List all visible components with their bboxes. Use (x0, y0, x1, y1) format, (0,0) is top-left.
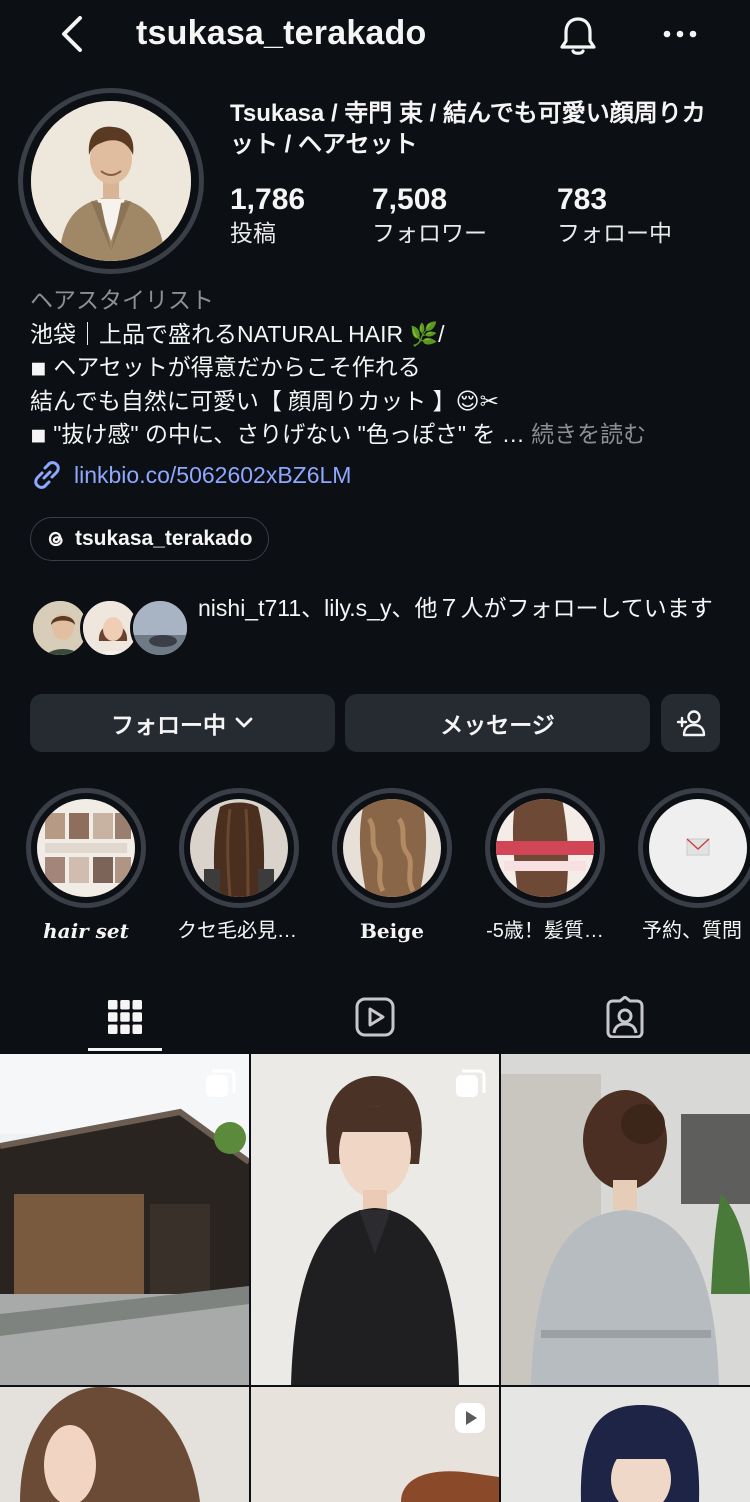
more-options-button[interactable] (656, 12, 704, 56)
message-button-label: メッセージ (440, 712, 555, 738)
highlight-label: クセ毛必見👀 (177, 920, 301, 942)
profile-link[interactable]: linkbio.co/5062602xBZ6LM (30, 458, 351, 492)
bio-line: 池袋｜上品で盛れるNATURAL HAIR 🌿/ (30, 320, 445, 347)
following-button[interactable]: フォロー中 (30, 694, 335, 752)
bio-line: ◾ ヘアセットが得意だからこそ作れる (30, 354, 421, 380)
stat-following-count: 783 (557, 183, 608, 216)
chevron-down-icon (235, 717, 253, 728)
profile-avatar[interactable] (18, 88, 204, 274)
highlight-hair-set[interactable]: hair set (24, 788, 148, 944)
carousel-icon (453, 1068, 487, 1102)
threads-icon (48, 531, 63, 547)
post-thumbnail[interactable] (501, 1387, 750, 1502)
reels-icon (355, 997, 395, 1037)
highlight-label: Beige (360, 919, 424, 943)
profile-display-name: Tsukasa / 寺門 束 / 結んでも可愛い顔周りカット / ヘアセット (230, 100, 706, 158)
stat-posts-label: 投稿 (230, 220, 276, 246)
stat-posts[interactable]: 1,786 投稿 (230, 182, 305, 248)
highlight-minus5[interactable]: -5歳！髪質… (483, 788, 607, 944)
more-horizontal-icon (663, 30, 697, 38)
highlight-cover (649, 799, 747, 897)
read-more-link[interactable]: 続きを読む (531, 421, 646, 447)
grid-icon (108, 1000, 142, 1034)
mutual-followers-text: nishi_t711、lily.s_y、他７人がフォローしています (198, 595, 713, 621)
stat-following-label: フォロー中 (557, 220, 672, 246)
avatar (31, 101, 191, 261)
following-button-label: フォロー中 (111, 712, 226, 738)
post-thumbnail[interactable] (251, 1387, 499, 1502)
stat-followers[interactable]: 7,508 フォロワー (372, 182, 487, 248)
highlight-cover (37, 799, 135, 897)
tab-reels[interactable] (250, 982, 500, 1052)
chevron-left-icon (62, 16, 82, 52)
post-thumbnail[interactable] (0, 1387, 249, 1502)
mutual-avatars (30, 598, 190, 660)
stat-posts-count: 1,786 (230, 183, 306, 216)
bio-line-last: ◾ "抜け感" の中に、さりげない "色っぽさ" を … 続きを読む (30, 418, 730, 452)
mutual-followers[interactable]: nishi_t711、lily.s_y、他７人がフォローしています (30, 592, 730, 664)
reel-icon (453, 1401, 487, 1435)
highlight-label: 予約、質問 (642, 920, 742, 942)
stat-followers-label: フォロワー (372, 220, 487, 246)
post-thumbnail[interactable] (0, 1054, 249, 1385)
top-bar: tsukasa_terakado (0, 0, 750, 70)
back-button[interactable] (52, 12, 92, 56)
bio-line: ◾ "抜け感" の中に、さりげない "色っぽさ" を … (30, 421, 525, 447)
highlight-label: hair set (43, 919, 129, 943)
threads-badge[interactable]: tsukasa_terakado (30, 517, 270, 561)
highlight-cover (190, 799, 288, 897)
post-thumbnail[interactable] (501, 1054, 750, 1385)
avatar (130, 598, 190, 658)
message-button[interactable]: メッセージ (345, 694, 650, 752)
link-icon (34, 461, 60, 489)
profile-category: ヘアスタイリスト (30, 287, 214, 313)
carousel-icon (203, 1068, 237, 1102)
stat-following[interactable]: 783 フォロー中 (557, 182, 672, 248)
highlight-beige[interactable]: Beige (330, 788, 454, 944)
suggest-people-button[interactable] (661, 694, 720, 752)
profile-username: tsukasa_terakado (136, 14, 427, 52)
tab-posts[interactable] (0, 982, 250, 1052)
highlight-label: -5歳！髪質… (486, 920, 604, 942)
profile-bio: ヘアスタイリスト 池袋｜上品で盛れるNATURAL HAIR 🌿/ ◾ ヘアセッ… (30, 284, 730, 452)
tagged-icon (606, 996, 644, 1038)
post-thumbnail[interactable] (251, 1054, 499, 1385)
active-tab-indicator (88, 1048, 162, 1051)
profile-tabs (0, 982, 750, 1054)
stat-followers-count: 7,508 (372, 183, 448, 216)
bell-icon (560, 17, 596, 55)
post-grid (0, 1054, 750, 1502)
highlight-reservation[interactable]: 予約、質問 (636, 788, 750, 944)
story-highlights: hair set クセ毛必見👀 Beige -5歳！髪質… 予約、質問 (0, 788, 750, 948)
bio-line: 結んでも自然に可愛い【 顔周りカット 】😌✂ (30, 387, 499, 414)
add-person-icon (676, 710, 705, 737)
highlight-cover (496, 799, 594, 897)
notifications-button[interactable] (554, 12, 602, 60)
highlight-cover (343, 799, 441, 897)
highlight-kusege[interactable]: クセ毛必見👀 (177, 788, 301, 944)
tab-tagged[interactable] (500, 982, 750, 1052)
threads-handle: tsukasa_terakado (75, 527, 253, 550)
profile-link-text: linkbio.co/5062602xBZ6LM (74, 461, 352, 488)
